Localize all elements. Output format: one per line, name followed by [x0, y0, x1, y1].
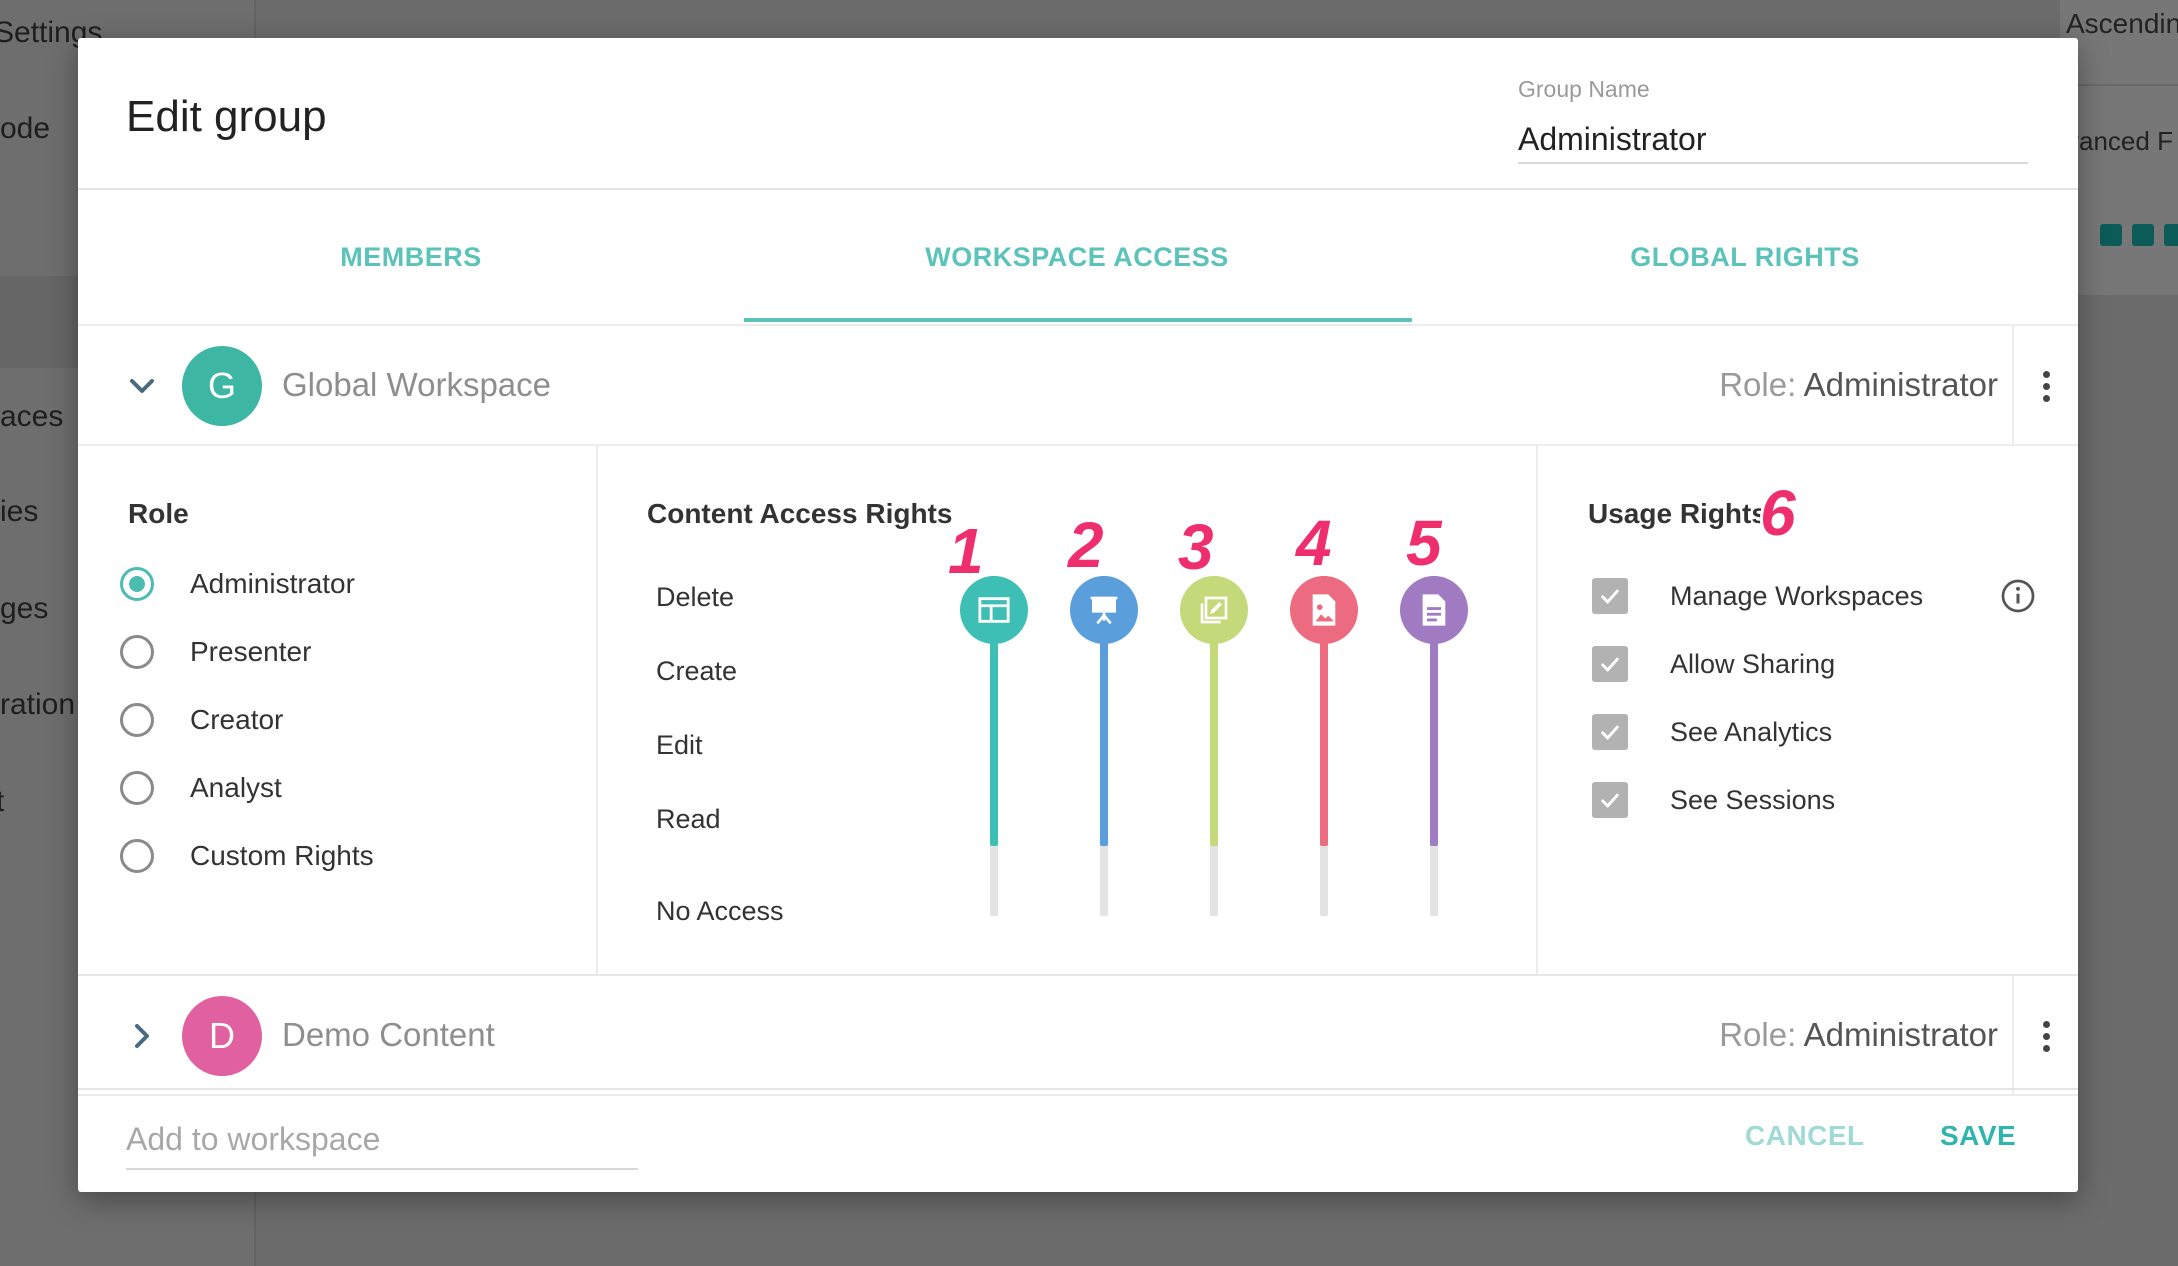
radio-icon[interactable] [120, 771, 154, 805]
usage-right-allow-sharing[interactable]: Allow Sharing [1592, 639, 1835, 689]
role-option-presenter[interactable]: Presenter [120, 622, 311, 682]
usage-right-label: See Sessions [1670, 784, 1836, 815]
access-slider-5[interactable] [1398, 576, 1470, 916]
annotation-number: 5 [1406, 507, 1442, 579]
usage-right-see-sessions[interactable]: See Sessions [1592, 775, 1835, 825]
active-tab-indicator [744, 318, 1412, 322]
workspace-row-global[interactable]: G Global Workspace Role: Administrator [78, 326, 2078, 446]
role-option-label: Analyst [190, 772, 282, 803]
background-sidebar-item: t [0, 785, 5, 818]
workspace-avatar: G [182, 346, 262, 426]
background-advanced-label: vanced F [2066, 126, 2173, 156]
usage-right-label: Manage Workspaces [1670, 580, 1924, 611]
access-level-label: Create [656, 656, 738, 686]
workspace-name: Global Workspace [282, 366, 552, 403]
usage-rights-title: Usage Rights [1588, 498, 1767, 529]
more-vertical-icon[interactable] [2028, 1006, 2064, 1066]
radio-icon[interactable] [120, 635, 154, 669]
dialog-footer: CANCEL SAVE [78, 1088, 2078, 1192]
background-sidebar-item: ode [0, 112, 51, 145]
usage-right-see-analytics[interactable]: See Analytics [1592, 707, 1832, 757]
access-level-label: Read [656, 804, 721, 834]
presentation-icon[interactable] [1070, 576, 1138, 644]
background-square-icon [2132, 224, 2154, 246]
chevron-right-icon[interactable] [122, 1016, 162, 1056]
checkbox-checked-icon[interactable] [1592, 578, 1628, 614]
info-icon[interactable] [2000, 578, 2036, 614]
add-to-workspace-input[interactable] [126, 1110, 638, 1170]
access-slider-1[interactable] [958, 576, 1030, 916]
role-option-creator[interactable]: Creator [120, 690, 283, 750]
background-sidebar-item: ges [0, 592, 49, 625]
annotation-number: 1 [948, 515, 984, 587]
chevron-down-icon[interactable] [122, 366, 162, 406]
workspace-role-prefix: Role: [1719, 1016, 1797, 1053]
workspace-row-demo[interactable]: D Demo Content Role: Administrator [78, 976, 2078, 1096]
annotation-number: 3 [1178, 511, 1214, 583]
radio-selected-icon[interactable] [120, 567, 154, 601]
role-option-custom-rights[interactable]: Custom Rights [120, 826, 374, 886]
checkbox-checked-icon[interactable] [1592, 646, 1628, 682]
column-divider [596, 446, 598, 974]
edit-group-dialog: Edit group Group Name MEMBERS WORKSPACE … [78, 38, 2078, 1192]
role-option-label: Presenter [190, 636, 312, 667]
group-name-input[interactable] [1518, 116, 2028, 164]
access-slider-2[interactable] [1068, 576, 1140, 916]
edit-chart-icon[interactable] [1180, 576, 1248, 644]
tab-workspace-access[interactable]: WORKSPACE ACCESS [744, 190, 1410, 324]
dialog-title: Edit group [126, 92, 327, 141]
workspace-role-prefix: Role: [1719, 366, 1797, 403]
checkbox-checked-icon[interactable] [1592, 714, 1628, 750]
radio-icon[interactable] [120, 839, 154, 873]
checkbox-checked-icon[interactable] [1592, 782, 1628, 818]
workspace-role-value: Administrator [1803, 366, 1998, 403]
workspace-name: Demo Content [282, 1016, 495, 1053]
more-vertical-icon[interactable] [2028, 356, 2064, 416]
usage-right-manage-workspaces[interactable]: Manage Workspaces [1592, 571, 1923, 621]
tab-global-rights[interactable]: GLOBAL RIGHTS [1412, 190, 2078, 324]
dialog-header: Edit group Group Name [78, 38, 2078, 190]
annotation-number: 2 [1068, 509, 1104, 581]
background-sort-label: Ascendin [2066, 8, 2178, 39]
content-access-title: Content Access Rights [647, 498, 953, 529]
document-icon[interactable] [1400, 576, 1468, 644]
radio-icon[interactable] [120, 703, 154, 737]
workspace-details: Role Administrator Presenter Creator Ana… [78, 446, 2078, 976]
annotation-number: 6 [1760, 477, 1796, 549]
role-option-label: Administrator [190, 568, 355, 599]
workspace-role: Role: Administrator [1719, 1016, 1998, 1054]
role-section-title: Role [128, 498, 189, 529]
workspace-role-value: Administrator [1803, 1016, 1998, 1053]
access-level-label: No Access [656, 896, 784, 926]
access-level-label: Delete [656, 582, 735, 612]
role-option-analyst[interactable]: Analyst [120, 758, 282, 818]
image-file-icon[interactable] [1290, 576, 1358, 644]
save-button[interactable]: SAVE [1940, 1120, 2016, 1152]
role-option-label: Creator [190, 704, 284, 735]
tab-bar: MEMBERS WORKSPACE ACCESS GLOBAL RIGHTS [78, 190, 2078, 326]
background-square-icon [2164, 224, 2178, 246]
background-sidebar-item: ration [0, 688, 76, 721]
access-level-label: Edit [656, 730, 703, 760]
background-square-icon [2100, 224, 2122, 246]
background-sidebar-item: aces [0, 400, 64, 433]
column-divider [1536, 446, 1538, 974]
workspace-role: Role: Administrator [1719, 366, 1998, 404]
access-slider-4[interactable] [1288, 576, 1360, 916]
usage-right-label: See Analytics [1670, 716, 1833, 747]
row-divider [2012, 326, 2014, 444]
role-option-label: Custom Rights [190, 840, 374, 871]
annotation-number: 4 [1296, 507, 1332, 579]
usage-right-label: Allow Sharing [1670, 648, 1836, 679]
background-sidebar-item: ies [0, 495, 39, 528]
role-option-administrator[interactable]: Administrator [120, 554, 355, 614]
row-divider [2012, 976, 2014, 1094]
access-slider-3[interactable] [1178, 576, 1250, 916]
tab-members[interactable]: MEMBERS [78, 190, 744, 324]
cancel-button[interactable]: CANCEL [1745, 1120, 1865, 1152]
workspace-avatar: D [182, 996, 262, 1076]
group-name-label: Group Name [1518, 76, 1650, 102]
